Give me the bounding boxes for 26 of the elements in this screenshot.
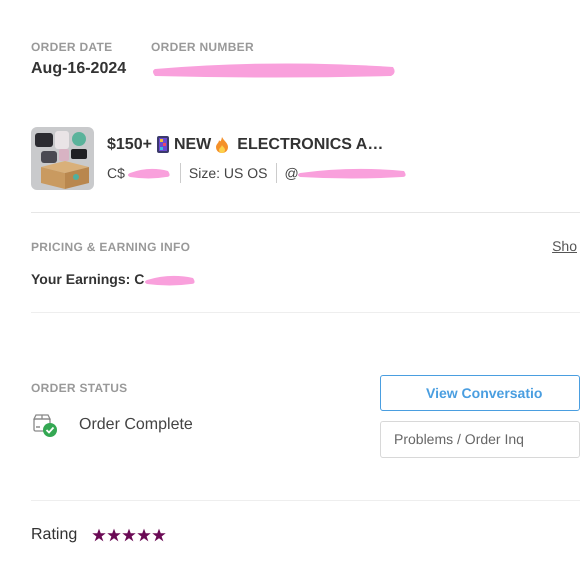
rating-label: Rating [31,525,78,545]
star-icon [122,528,136,542]
product-title: NEW [174,134,212,154]
phone-icon [156,136,169,153]
product-title: ELECTRONICS A… [237,134,384,154]
star-icon [152,528,166,542]
order-date: Aug-16-2024 [31,59,128,79]
field-label: ORDER NUMBER [151,39,255,56]
view-conversation-button[interactable]: View Conversatio [380,375,580,411]
product-title: $150+ [107,134,152,154]
product-size: Size: US OS [188,164,268,182]
earnings-text: Your Earnings: C [31,270,144,289]
star-icon [107,528,122,542]
section-heading: ORDER STATUS [31,380,128,397]
seller-handle: @ [284,164,299,182]
show-link[interactable]: Sho [552,236,580,257]
star-icon [137,528,152,542]
star-icon [92,528,106,542]
package-status-icon [31,413,59,437]
order-status-text: Order Complete [79,415,193,435]
flame-icon [216,136,228,152]
order-inquiry-button[interactable]: Problems / Order Inq [380,421,580,458]
section-heading: PRICING & EARNING INFO [31,238,190,256]
product-price: C$ [107,164,125,182]
field-label: ORDER DATE [31,39,114,56]
redaction-mark [126,166,172,180]
